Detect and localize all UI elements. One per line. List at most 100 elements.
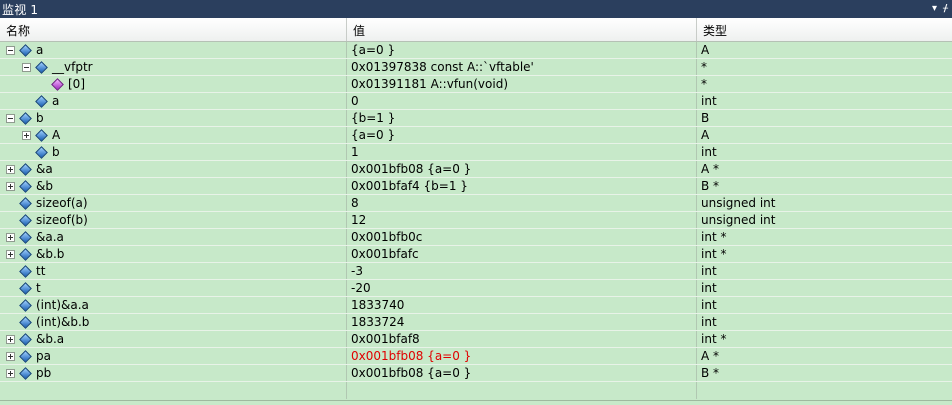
watch-row-value[interactable]: 0x01397838 const A::`vftable' <box>347 59 697 75</box>
watch-row-value[interactable]: 0x001bfafc <box>347 246 697 262</box>
auto-hide-pin-icon[interactable]: ᚋ <box>943 4 948 14</box>
watch-row[interactable]: a 0 int <box>0 93 952 110</box>
watch-row-name-cell[interactable]: &a <box>0 161 347 177</box>
name-wrap: pb <box>0 365 346 381</box>
watch-row-name-cell[interactable]: b <box>0 144 347 160</box>
expand-plus-icon[interactable] <box>6 334 15 344</box>
watch-row-type: * <box>701 77 707 91</box>
watch-row-value[interactable]: 0x001bfaf8 <box>347 331 697 347</box>
watch-row-value[interactable]: 0 <box>347 93 697 109</box>
watch-row-type: int <box>701 298 717 312</box>
variable-icon <box>19 315 32 329</box>
watch-row-name-cell[interactable]: b <box>0 110 347 126</box>
expand-plus-icon[interactable] <box>22 130 31 140</box>
watch-row-value[interactable]: 12 <box>347 212 697 228</box>
variable-icon <box>19 366 32 380</box>
expand-plus-icon[interactable] <box>6 249 15 259</box>
watch-row-value[interactable]: {b=1 } <box>347 110 697 126</box>
watch-row-value[interactable]: 0x001bfb08 {a=0 } <box>347 348 697 364</box>
watch-row[interactable]: b {b=1 } B <box>0 110 952 127</box>
watch-row[interactable]: &b.a 0x001bfaf8 int * <box>0 331 952 348</box>
watch-row[interactable]: &a.a 0x001bfb0c int * <box>0 229 952 246</box>
window-position-dropdown-icon[interactable]: ▾ <box>932 4 937 14</box>
column-header-name[interactable]: 名称 <box>0 18 347 41</box>
name-wrap: a <box>0 42 346 58</box>
watch-row[interactable]: sizeof(b) 12 unsigned int <box>0 212 952 229</box>
watch-row[interactable]: &a 0x001bfb08 {a=0 } A * <box>0 161 952 178</box>
watch-row[interactable]: __vfptr 0x01397838 const A::`vftable' * <box>0 59 952 76</box>
watch-row-value[interactable]: 8 <box>347 195 697 211</box>
watch-row-type: B * <box>701 179 720 193</box>
name-wrap: sizeof(a) <box>0 195 346 211</box>
watch-row-value[interactable]: -3 <box>347 263 697 279</box>
watch-row[interactable]: t -20 int <box>0 280 952 297</box>
expand-plus-icon[interactable] <box>6 368 15 378</box>
watch-row-name-cell[interactable]: (int)&a.a <box>0 297 347 313</box>
watch-row-name-cell[interactable]: sizeof(b) <box>0 212 347 228</box>
name-wrap: tt <box>0 263 346 279</box>
watch-row-value[interactable]: 0x001bfb08 {a=0 } <box>347 161 697 177</box>
column-header-value[interactable]: 值 <box>347 18 697 41</box>
watch-row-name-cell[interactable]: __vfptr <box>0 59 347 75</box>
name-wrap: A <box>0 127 346 143</box>
watch-row-name-cell[interactable]: pb <box>0 365 347 381</box>
watch-row[interactable]: &b.b 0x001bfafc int * <box>0 246 952 263</box>
watch-row-value[interactable]: {a=0 } <box>347 127 697 143</box>
collapse-minus-icon[interactable] <box>6 45 15 55</box>
name-wrap: sizeof(b) <box>0 212 346 228</box>
watch-row[interactable]: b 1 int <box>0 144 952 161</box>
watch-row-name-cell[interactable]: pa <box>0 348 347 364</box>
watch-row-name-cell[interactable]: sizeof(a) <box>0 195 347 211</box>
watch-row-value[interactable]: 1833724 <box>347 314 697 330</box>
watch-row-name-cell[interactable]: &b.a <box>0 331 347 347</box>
watch-row-name-cell[interactable]: &a.a <box>0 229 347 245</box>
collapse-minus-icon[interactable] <box>6 113 15 123</box>
watch-row-name: A <box>52 128 61 142</box>
watch-row-name-cell[interactable]: &b <box>0 178 347 194</box>
collapse-minus-icon[interactable] <box>22 62 31 72</box>
new-watch-entry-row[interactable] <box>0 382 952 401</box>
name-wrap: &a.a <box>0 229 346 245</box>
watch-row-name-cell[interactable]: (int)&b.b <box>0 314 347 330</box>
watch-row[interactable]: a {a=0 } A <box>0 42 952 59</box>
watch-row-name-cell[interactable]: A <box>0 127 347 143</box>
name-wrap: &a <box>0 161 346 177</box>
watch-row[interactable]: [0] 0x01391181 A::vfun(void) * <box>0 76 952 93</box>
watch-row-type: unsigned int <box>701 213 776 227</box>
watch-row-value[interactable]: 1833740 <box>347 297 697 313</box>
name-wrap: [0] <box>0 76 346 92</box>
watch-row-name-cell[interactable]: a <box>0 42 347 58</box>
watch-row-value[interactable]: 0x001bfb0c <box>347 229 697 245</box>
watch-row[interactable]: A {a=0 } A <box>0 127 952 144</box>
expand-plus-icon[interactable] <box>6 351 15 361</box>
watch-row-type: A <box>701 43 710 57</box>
watch-row[interactable]: tt -3 int <box>0 263 952 280</box>
watch-row-name-cell[interactable]: t <box>0 280 347 296</box>
watch-row[interactable]: (int)&b.b 1833724 int <box>0 314 952 331</box>
watch-row[interactable]: (int)&a.a 1833740 int <box>0 297 952 314</box>
watch-row-value[interactable]: -20 <box>347 280 697 296</box>
watch-row-type: int * <box>701 332 727 346</box>
watch-row[interactable]: &b 0x001bfaf4 {b=1 } B * <box>0 178 952 195</box>
name-wrap: &b.a <box>0 331 346 347</box>
expand-plus-icon[interactable] <box>6 181 15 191</box>
expand-plus-icon[interactable] <box>6 232 15 242</box>
watch-row-name-cell[interactable]: tt <box>0 263 347 279</box>
watch-row[interactable]: sizeof(a) 8 unsigned int <box>0 195 952 212</box>
watch-row-value[interactable]: 0x001bfaf4 {b=1 } <box>347 178 697 194</box>
watch-row-value[interactable]: 0x001bfb08 {a=0 } <box>347 365 697 381</box>
expand-plus-icon[interactable] <box>6 164 15 174</box>
watch-row-value[interactable]: {a=0 } <box>347 42 697 58</box>
watch-row[interactable]: pa 0x001bfb08 {a=0 } A * <box>0 348 952 365</box>
watch-row-name-cell[interactable]: a <box>0 93 347 109</box>
watch-row-value[interactable]: 0x01391181 A::vfun(void) <box>347 76 697 92</box>
window-title: 监视 1 <box>2 2 39 17</box>
column-header-type[interactable]: 类型 <box>697 18 952 41</box>
watch-row-name-cell[interactable]: &b.b <box>0 246 347 262</box>
watch-row-name: b <box>52 145 60 159</box>
watch-row-value[interactable]: 1 <box>347 144 697 160</box>
variable-icon <box>35 128 48 142</box>
watch-row-name-cell[interactable]: [0] <box>0 76 347 92</box>
watch-row[interactable]: pb 0x001bfb08 {a=0 } B * <box>0 365 952 382</box>
empty-cell[interactable] <box>0 382 347 399</box>
